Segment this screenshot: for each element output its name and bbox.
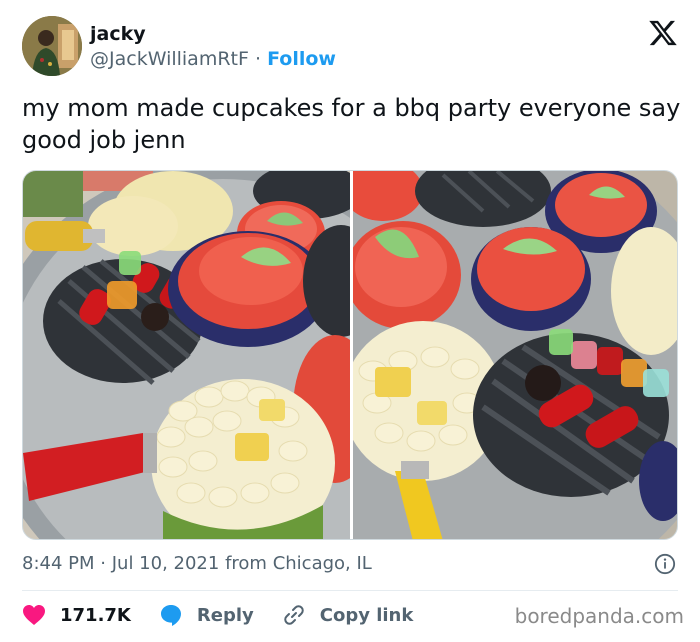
avatar[interactable] <box>22 16 82 76</box>
reply-button[interactable]: Reply <box>159 603 254 627</box>
avatar-image <box>22 16 82 76</box>
copy-link-button[interactable]: Copy link <box>282 603 414 627</box>
actions-divider <box>22 590 678 591</box>
x-logo-icon[interactable] <box>648 18 678 48</box>
link-icon <box>284 605 304 625</box>
display-name[interactable]: jacky <box>90 22 336 46</box>
photo-left[interactable] <box>23 171 350 539</box>
copy-link-label: Copy link <box>319 604 414 626</box>
handle-separator: · <box>254 48 262 70</box>
tweet-meta: 8:44 PM · Jul 10, 2021 from Chicago, IL <box>22 552 372 576</box>
heart-icon <box>23 605 45 625</box>
tweet-header: jacky @JackWilliamRtF · Follow <box>22 16 682 78</box>
author-info: jacky @JackWilliamRtF · Follow <box>90 22 336 72</box>
likes-count: 171.7K <box>60 604 131 626</box>
handle[interactable]: @JackWilliamRtF <box>90 48 249 70</box>
photo-right[interactable] <box>353 171 677 539</box>
info-icon[interactable] <box>654 553 676 575</box>
watermark: boredpanda.com <box>514 604 684 628</box>
tweet-date[interactable]: Jul 10, 2021 <box>112 553 220 574</box>
reply-label: Reply <box>196 604 254 626</box>
tweet-text: my mom made cupcakes for a bbq party eve… <box>22 94 681 154</box>
handle-line: @JackWilliamRtF · Follow <box>90 46 336 72</box>
meta-separator: · <box>100 553 106 574</box>
like-button[interactable]: 171.7K <box>22 604 131 626</box>
tweet-location: from Chicago, IL <box>225 553 372 574</box>
cupcake-photo-left <box>23 171 350 539</box>
follow-button[interactable]: Follow <box>267 48 336 70</box>
tweet-actions: 171.7K Reply Copy link <box>22 600 441 630</box>
tweet-media[interactable] <box>22 170 678 540</box>
tweet-time[interactable]: 8:44 PM <box>22 553 95 574</box>
cupcake-photo-right <box>353 171 677 539</box>
reply-bubble-icon <box>160 605 181 626</box>
